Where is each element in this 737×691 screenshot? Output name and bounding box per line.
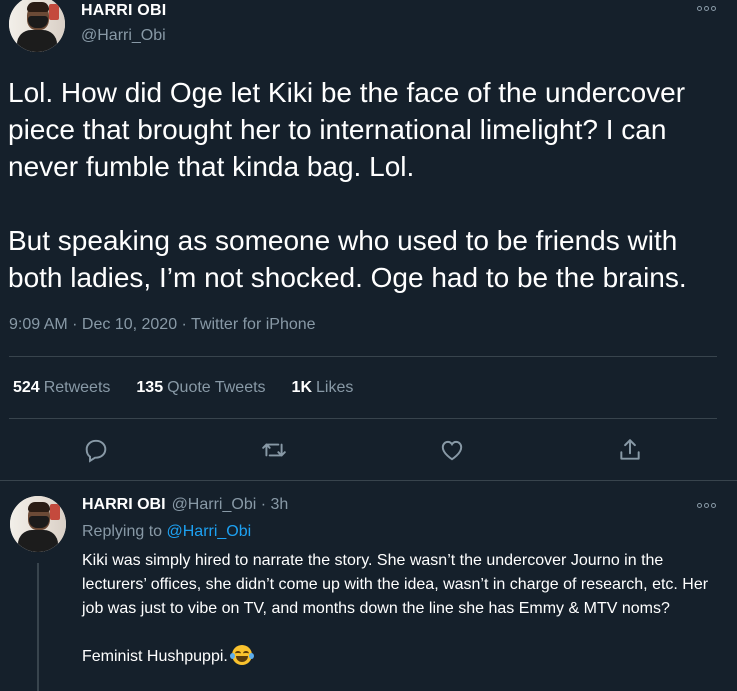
retweets-label: Retweets — [43, 379, 111, 396]
reply-handle-time[interactable]: @Harri_Obi · 3h — [172, 496, 289, 513]
divider — [9, 418, 717, 419]
reply-author-name[interactable]: HARRI OBI — [82, 496, 166, 513]
reply-more-options-icon[interactable] — [697, 503, 716, 508]
reply-paragraph-text: Feminist Hushpuppi. — [82, 648, 228, 665]
share-icon[interactable] — [616, 436, 644, 464]
like-icon[interactable] — [438, 436, 466, 464]
replying-to: Replying to @Harri_Obi — [82, 523, 251, 541]
divider — [0, 480, 737, 481]
retweet-icon[interactable] — [260, 436, 288, 464]
likes-label: Likes — [316, 379, 354, 396]
more-options-icon[interactable] — [697, 6, 716, 11]
author-avatar[interactable] — [9, 0, 65, 52]
face-with-tears-of-joy-emoji-icon — [229, 645, 254, 665]
tweet-paragraph: But speaking as someone who used to be f… — [8, 225, 687, 293]
replying-to-link[interactable]: @Harri_Obi — [167, 523, 252, 540]
tweet-text: Lol. How did Oge let Kiki be the face of… — [8, 74, 728, 296]
reply-header: HARRI OBI @Harri_Obi · 3h — [82, 496, 288, 514]
action-bar — [0, 436, 737, 466]
tweet-stats: 524 Retweets 135 Quote Tweets 1K Likes — [13, 379, 379, 397]
retweets-count: 524 — [13, 379, 40, 396]
reply-paragraph: Kiki was simply hired to narrate the sto… — [82, 552, 709, 617]
thread-line — [37, 563, 39, 691]
quotes-label: Quote Tweets — [167, 379, 266, 396]
tweet-paragraph: Lol. How did Oge let Kiki be the face of… — [8, 77, 686, 182]
author-name[interactable]: HARRI OBI — [81, 2, 166, 20]
replying-prefix: Replying to — [82, 523, 167, 540]
reply-author-avatar[interactable] — [10, 496, 66, 552]
quote-tweets-stat[interactable]: 135 Quote Tweets — [136, 379, 265, 397]
likes-stat[interactable]: 1K Likes — [292, 379, 354, 397]
reply-icon[interactable] — [82, 436, 110, 464]
divider — [9, 356, 717, 357]
reply-text: Kiki was simply hired to narrate the sto… — [82, 549, 722, 669]
author-handle[interactable]: @Harri_Obi — [81, 27, 166, 45]
reply-paragraph-last: Feminist Hushpuppi. — [82, 645, 722, 669]
likes-count: 1K — [291, 379, 312, 396]
quotes-count: 135 — [136, 379, 164, 396]
tweet-timestamp[interactable]: 9:09 AM · Dec 10, 2020 · Twitter for iPh… — [9, 316, 316, 334]
retweets-stat[interactable]: 524 Retweets — [13, 379, 110, 397]
